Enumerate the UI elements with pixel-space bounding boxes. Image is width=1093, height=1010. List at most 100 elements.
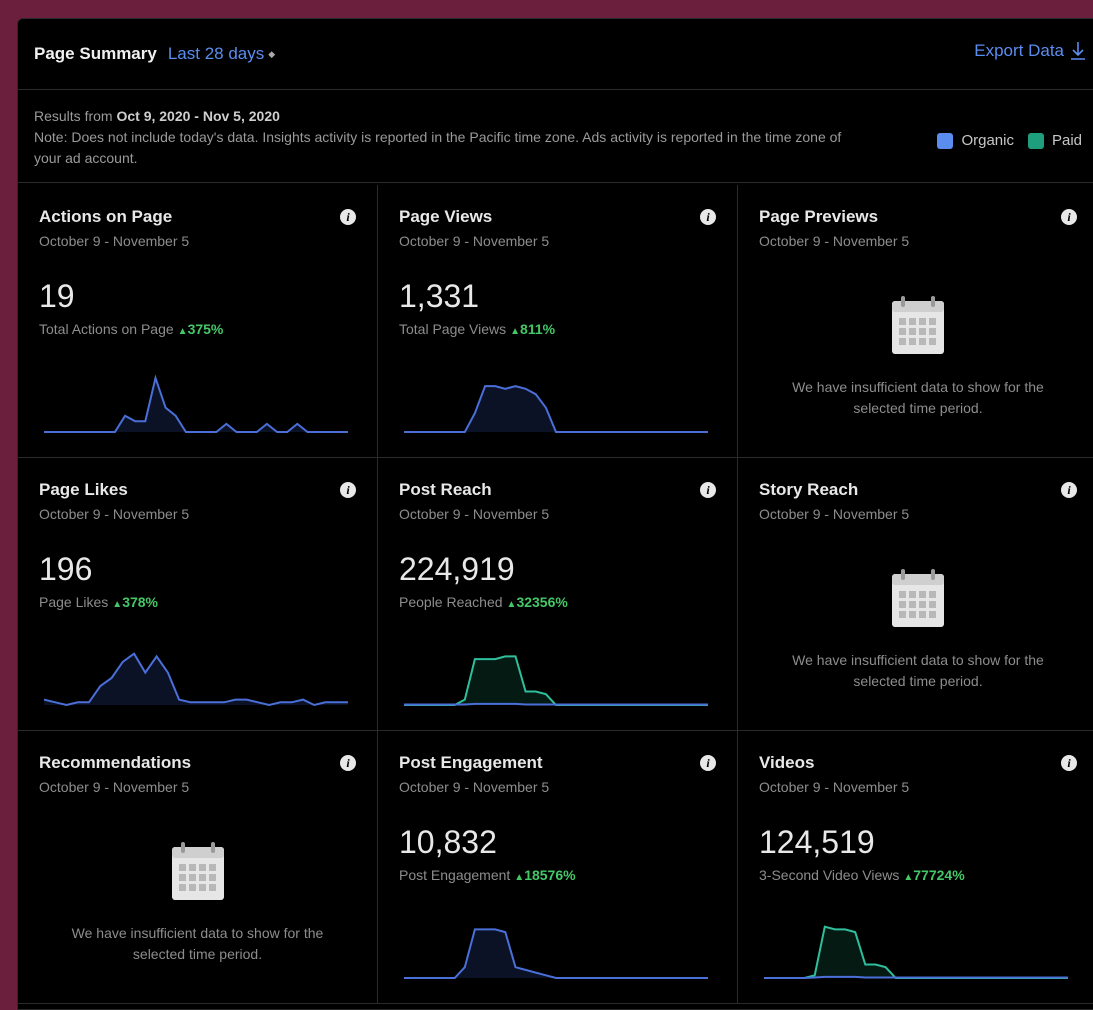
sort-caret-icon: ◆ bbox=[268, 49, 276, 59]
up-arrow-icon: ▲ bbox=[112, 599, 123, 610]
info-icon[interactable]: i bbox=[700, 755, 716, 771]
card-actions-on-page: Actions on Page October 9 - November 5 i 19… bbox=[18, 185, 378, 458]
metrics-grid: Actions on Page October 9 - November 5 i 19… bbox=[18, 185, 1093, 1004]
metric-label: Page Likes bbox=[39, 594, 109, 610]
metric-label: 3-Second Video Views bbox=[759, 867, 900, 883]
change-indicator: ▲811% bbox=[510, 321, 555, 337]
page-title: Page Summary bbox=[34, 44, 157, 63]
card-date-range: October 9 - November 5 bbox=[759, 233, 910, 249]
metric-label-row: Page Likes ▲378% bbox=[39, 594, 158, 610]
organic-series-line bbox=[404, 702, 708, 706]
legend-organic: Organic bbox=[937, 130, 1014, 151]
metric-label: Total Page Views bbox=[399, 321, 507, 337]
card-date-range: October 9 - November 5 bbox=[399, 779, 550, 795]
metric-label-row: Post Engagement ▲18576% bbox=[399, 867, 576, 883]
change-indicator: ▲77724% bbox=[903, 867, 964, 883]
paid-series-line bbox=[764, 925, 1068, 979]
card-page-likes: Page Likes October 9 - November 5 i 196 Page… bbox=[18, 458, 378, 731]
paid-series-area bbox=[764, 926, 1068, 978]
metric-label-row: 3-Second Video Views ▲77724% bbox=[759, 867, 965, 883]
results-prefix: Results from bbox=[34, 108, 113, 124]
notes-section: Results from Oct 9, 2020 - Nov 5, 2020 N… bbox=[18, 90, 1093, 183]
card-post-engagement: Post Engagement October 9 - November 5 i 10… bbox=[378, 731, 738, 1004]
card-date-range: October 9 - November 5 bbox=[39, 779, 190, 795]
metric-label: Total Actions on Page bbox=[39, 321, 174, 337]
card-title: Story Reach bbox=[759, 480, 859, 499]
up-arrow-icon: ▲ bbox=[177, 326, 188, 337]
empty-state-message: We have insufficient data to show for th… bbox=[792, 652, 1044, 689]
sparkline-chart bbox=[44, 374, 348, 433]
card-post-reach: Post Reach October 9 - November 5 i 224,919… bbox=[378, 458, 738, 731]
sparkline-chart bbox=[404, 928, 708, 979]
change-indicator: ▲18576% bbox=[514, 867, 575, 883]
info-icon[interactable]: i bbox=[340, 482, 356, 498]
change-value: 77724% bbox=[913, 867, 965, 883]
card-date-range: October 9 - November 5 bbox=[399, 233, 550, 249]
export-data-link[interactable]: Export Data bbox=[974, 41, 1086, 61]
card-page-previews: Page Previews October 9 - November 5 i We h… bbox=[738, 185, 1093, 458]
card-title: Videos bbox=[759, 753, 815, 772]
metric-label-row: Total Page Views ▲811% bbox=[399, 321, 555, 337]
organic-series-line bbox=[404, 928, 708, 979]
organic-series-area bbox=[404, 929, 708, 978]
card-date-range: October 9 - November 5 bbox=[39, 233, 190, 249]
summary-header: Page Summary Last 28 days ◆ Export Data bbox=[18, 19, 1093, 90]
legend-paid-label: Paid bbox=[1051, 132, 1082, 149]
legend-organic-label: Organic bbox=[961, 132, 1014, 149]
paid-series-area bbox=[404, 656, 708, 705]
organic-series-area bbox=[44, 653, 348, 705]
up-arrow-icon: ▲ bbox=[514, 872, 525, 883]
change-indicator: ▲378% bbox=[112, 594, 158, 610]
change-value: 378% bbox=[122, 594, 158, 610]
results-note: Results from Oct 9, 2020 - Nov 5, 2020 N… bbox=[34, 106, 864, 169]
metric-label: Post Engagement bbox=[399, 867, 511, 883]
metric-value: 1,331 bbox=[399, 278, 480, 314]
metric-label: People Reached bbox=[399, 594, 503, 610]
organic-series-line bbox=[44, 652, 348, 707]
info-icon[interactable]: i bbox=[1061, 209, 1077, 225]
change-indicator: ▲32356% bbox=[507, 594, 568, 610]
change-value: 18576% bbox=[524, 867, 576, 883]
page-summary-panel: Page Summary Last 28 days ◆ Export Data R… bbox=[17, 18, 1093, 1010]
legend-paid: Paid bbox=[1027, 130, 1082, 151]
organic-swatch bbox=[937, 132, 954, 149]
calendar-icon bbox=[891, 568, 945, 633]
up-arrow-icon: ▲ bbox=[506, 599, 517, 610]
card-title: Page Likes bbox=[39, 480, 128, 499]
organic-series-line bbox=[764, 975, 1068, 979]
empty-state-message: We have insufficient data to show for th… bbox=[71, 925, 324, 962]
results-range: Oct 9, 2020 - Nov 5, 2020 bbox=[116, 108, 280, 124]
metric-value: 124,519 bbox=[759, 824, 875, 860]
change-value: 32356% bbox=[516, 594, 568, 610]
paid-series-line bbox=[404, 655, 708, 706]
card-date-range: October 9 - November 5 bbox=[759, 506, 910, 522]
calendar-icon bbox=[891, 295, 945, 360]
card-date-range: October 9 - November 5 bbox=[759, 779, 910, 795]
info-icon[interactable]: i bbox=[340, 755, 356, 771]
timezone-note: Note: Does not include today's data. Ins… bbox=[34, 129, 842, 166]
info-icon[interactable]: i bbox=[700, 482, 716, 498]
info-icon[interactable]: i bbox=[1061, 755, 1077, 771]
sparkline-chart bbox=[764, 925, 1068, 979]
organic-series-area bbox=[44, 378, 348, 432]
info-icon[interactable]: i bbox=[700, 209, 716, 225]
metric-label-row: People Reached ▲32356% bbox=[399, 594, 568, 610]
sparkline-chart bbox=[44, 652, 348, 707]
change-indicator: ▲375% bbox=[178, 321, 224, 337]
info-icon[interactable]: i bbox=[1061, 482, 1077, 498]
date-range-dropdown[interactable]: Last 28 days ◆ bbox=[168, 44, 275, 64]
paid-swatch bbox=[1027, 132, 1044, 149]
organic-series-line bbox=[44, 374, 348, 433]
metric-label-row: Total Actions on Page ▲375% bbox=[39, 321, 223, 337]
organic-series-line bbox=[404, 385, 708, 433]
card-title: Recommendations bbox=[39, 753, 192, 772]
change-value: 375% bbox=[187, 321, 224, 337]
up-arrow-icon: ▲ bbox=[903, 872, 914, 883]
card-title: Post Reach bbox=[399, 480, 492, 499]
metric-value: 224,919 bbox=[399, 551, 515, 587]
sparkline-chart bbox=[404, 655, 708, 706]
change-value: 811% bbox=[520, 321, 556, 337]
card-title: Page Views bbox=[399, 207, 493, 226]
info-icon[interactable]: i bbox=[340, 209, 356, 225]
calendar-icon bbox=[171, 841, 225, 906]
